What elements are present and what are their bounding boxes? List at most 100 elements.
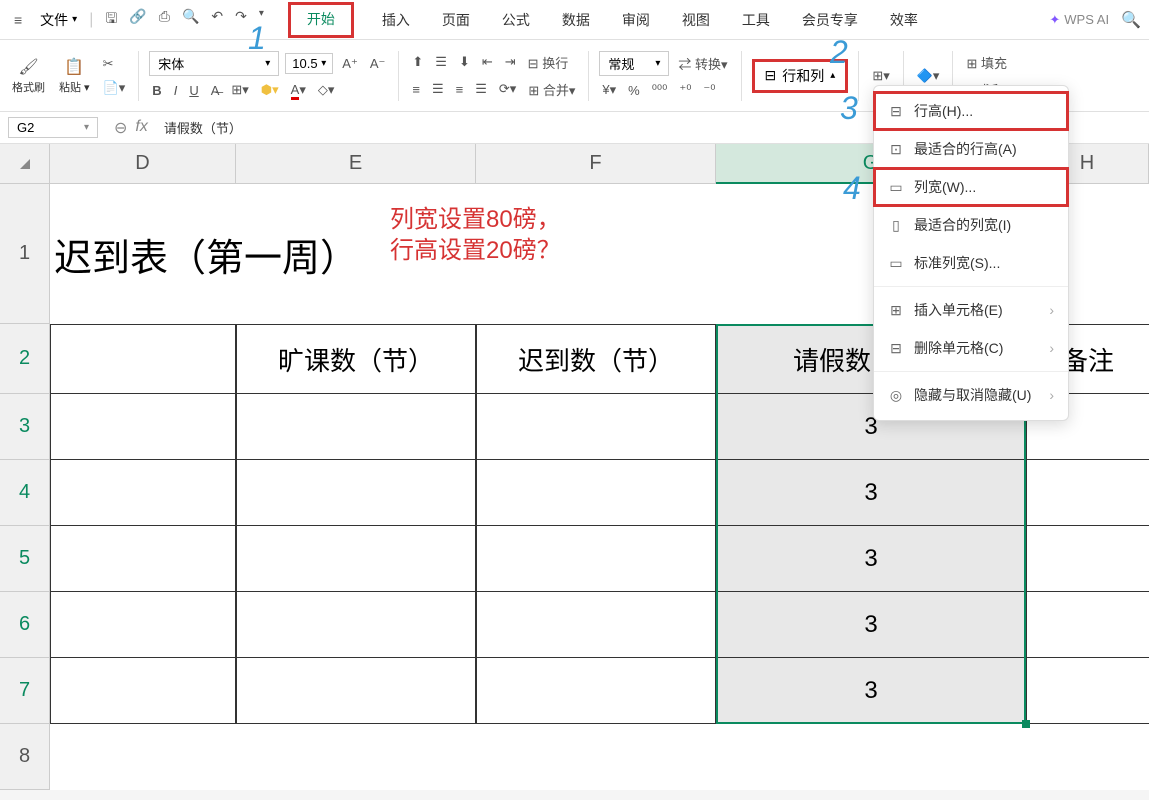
cancel-icon[interactable]: ⊖ — [114, 118, 127, 138]
row-col-button[interactable]: ⊟ 行和列 ▴ — [752, 59, 849, 93]
row-col-dropdown: ⊟行高(H)... ⊡最适合的行高(A) ▭列宽(W)... ▯最适合的列宽(I… — [873, 85, 1069, 421]
merge-button[interactable]: ⊞ 合并▾ — [525, 78, 578, 101]
worksheet-icon[interactable]: ⊞▾ — [869, 66, 892, 86]
dropdown-autofit-row[interactable]: ⊡最适合的行高(A) — [874, 130, 1068, 168]
font-size-select[interactable]: 10.5▾ — [285, 53, 333, 74]
format-painter-button[interactable]: 🖌格式刷 — [8, 53, 49, 99]
dropdown-row-height[interactable]: ⊟行高(H)... — [874, 92, 1068, 130]
convert-button[interactable]: ⇄ 转换▾ — [675, 52, 730, 75]
fx-icon[interactable]: fx — [135, 118, 147, 138]
wrap-text-button[interactable]: ⊟ 换行 — [525, 51, 572, 74]
standard-width-icon: ▭ — [888, 255, 904, 271]
orientation-icon[interactable]: ⟳▾ — [496, 79, 519, 99]
tab-page[interactable]: 页面 — [438, 2, 474, 38]
clear-format-icon[interactable]: ◇▾ — [315, 80, 338, 100]
cell-G4[interactable]: 3 — [716, 460, 1026, 526]
row-header-8[interactable]: 8 — [0, 724, 50, 790]
currency-icon[interactable]: ¥▾ — [599, 80, 619, 100]
justify-icon[interactable]: ☰ — [472, 79, 490, 99]
strikethrough-icon[interactable]: A̶ — [208, 81, 223, 100]
copy-icon[interactable]: 📄▾ — [100, 78, 129, 98]
dropdown-insert-cells[interactable]: ⊞插入单元格(E)› — [874, 291, 1068, 329]
tab-formula[interactable]: 公式 — [498, 2, 534, 38]
decrease-indent-icon[interactable]: ⇤ — [479, 52, 496, 72]
align-bottom-icon[interactable]: ⬇ — [456, 52, 473, 72]
row-header-1[interactable]: 1 — [0, 184, 50, 324]
percent-icon[interactable]: % — [625, 81, 643, 100]
chevron-down-icon[interactable]: ▾ — [259, 8, 264, 32]
align-top-icon[interactable]: ⬆ — [409, 52, 426, 72]
cut-icon[interactable]: ✂ — [100, 54, 129, 74]
tab-start[interactable]: 开始 — [288, 2, 354, 38]
redo-icon[interactable]: ↷ — [235, 8, 247, 32]
header-late[interactable]: 迟到数（节） — [476, 324, 716, 394]
fill-color-icon[interactable]: ⬢▾ — [258, 80, 282, 100]
row-header-6[interactable]: 6 — [0, 592, 50, 658]
title-cell[interactable]: 迟到表（第一周） — [50, 184, 666, 324]
dropdown-standard-width[interactable]: ▭标准列宽(S)... — [874, 244, 1068, 282]
align-center-icon[interactable]: ☰ — [429, 79, 447, 99]
tab-efficiency[interactable]: 效率 — [886, 2, 922, 38]
autofit-col-icon: ▯ — [888, 217, 904, 233]
cell-G6[interactable]: 3 — [716, 592, 1026, 658]
col-width-icon: ▭ — [888, 179, 904, 195]
save-icon[interactable]: 🖫 — [105, 8, 117, 32]
row-header-5[interactable]: 5 — [0, 526, 50, 592]
decrease-decimal-icon[interactable]: ⁻⁰ — [700, 80, 718, 100]
tab-insert[interactable]: 插入 — [378, 2, 414, 38]
dropdown-col-width[interactable]: ▭列宽(W)... — [874, 168, 1068, 206]
row-header-3[interactable]: 3 — [0, 394, 50, 460]
cell-reference-box[interactable]: G2▾ — [8, 117, 98, 138]
align-left-icon[interactable]: ≡ — [409, 80, 423, 99]
tab-review[interactable]: 审阅 — [618, 2, 654, 38]
file-menu[interactable]: 文件 ▾ — [32, 6, 85, 34]
chevron-right-icon: › — [1049, 387, 1054, 403]
select-all-corner[interactable] — [0, 144, 50, 184]
border-icon[interactable]: ⊞▾ — [228, 80, 251, 100]
align-right-icon[interactable]: ≡ — [453, 80, 467, 99]
undo-icon[interactable]: ↶ — [211, 8, 223, 32]
tab-tools[interactable]: 工具 — [738, 2, 774, 38]
comma-icon[interactable]: ⁰⁰⁰ — [649, 80, 671, 100]
hide-icon: ◎ — [888, 387, 904, 403]
preview-icon[interactable]: 🔍 — [182, 8, 199, 32]
row-header-7[interactable]: 7 — [0, 658, 50, 724]
increase-indent-icon[interactable]: ⇥ — [502, 52, 519, 72]
font-name-select[interactable]: 宋体▾ — [149, 51, 279, 76]
wps-ai-button[interactable]: ✦WPS AI — [1049, 12, 1109, 28]
insert-cells-icon: ⊞ — [888, 302, 904, 318]
fill-button[interactable]: ⊞ 填充 — [963, 51, 1010, 74]
formula-input[interactable]: 请假数（节） — [156, 118, 250, 137]
menu-icon[interactable]: ≡ — [8, 8, 28, 32]
fill-handle[interactable] — [1022, 720, 1030, 728]
tab-view[interactable]: 视图 — [678, 2, 714, 38]
row-header-4[interactable]: 4 — [0, 460, 50, 526]
underline-icon[interactable]: U — [186, 81, 201, 100]
bold-icon[interactable]: B — [149, 81, 164, 100]
tab-data[interactable]: 数据 — [558, 2, 594, 38]
col-header-D[interactable]: D — [50, 144, 236, 184]
cell-style-icon[interactable]: 🔷▾ — [914, 66, 943, 86]
row-header-2[interactable]: 2 — [0, 324, 50, 394]
dropdown-delete-cells[interactable]: ⊟删除单元格(C)› — [874, 329, 1068, 367]
top-toolbar: ≡ 文件 ▾ | 🖫 🔗 ⎙ 🔍 ↶ ↷ ▾ 开始 插入 页面 公式 数据 审阅… — [0, 0, 1149, 40]
italic-icon[interactable]: I — [171, 81, 181, 100]
decrease-font-icon[interactable]: A⁻ — [367, 54, 389, 74]
link-icon[interactable]: 🔗 — [129, 8, 146, 32]
dropdown-hide-unhide[interactable]: ◎隐藏与取消隐藏(U)› — [874, 376, 1068, 414]
search-icon[interactable]: 🔍 — [1121, 10, 1141, 30]
col-header-F[interactable]: F — [476, 144, 716, 184]
paste-button[interactable]: 📋粘贴 ▾ — [55, 53, 94, 99]
col-header-E[interactable]: E — [236, 144, 476, 184]
increase-decimal-icon[interactable]: ⁺⁰ — [676, 80, 694, 100]
header-absent[interactable]: 旷课数（节） — [236, 324, 476, 394]
font-color-icon[interactable]: A▾ — [288, 80, 309, 100]
tab-member[interactable]: 会员专享 — [798, 2, 862, 38]
cell-G7[interactable]: 3 — [716, 658, 1026, 724]
align-middle-icon[interactable]: ☰ — [432, 52, 450, 72]
print-icon[interactable]: ⎙ — [159, 8, 170, 32]
number-format-select[interactable]: 常规▾ — [599, 51, 669, 76]
increase-font-icon[interactable]: A⁺ — [339, 54, 361, 74]
dropdown-autofit-col[interactable]: ▯最适合的列宽(I) — [874, 206, 1068, 244]
cell-G5[interactable]: 3 — [716, 526, 1026, 592]
